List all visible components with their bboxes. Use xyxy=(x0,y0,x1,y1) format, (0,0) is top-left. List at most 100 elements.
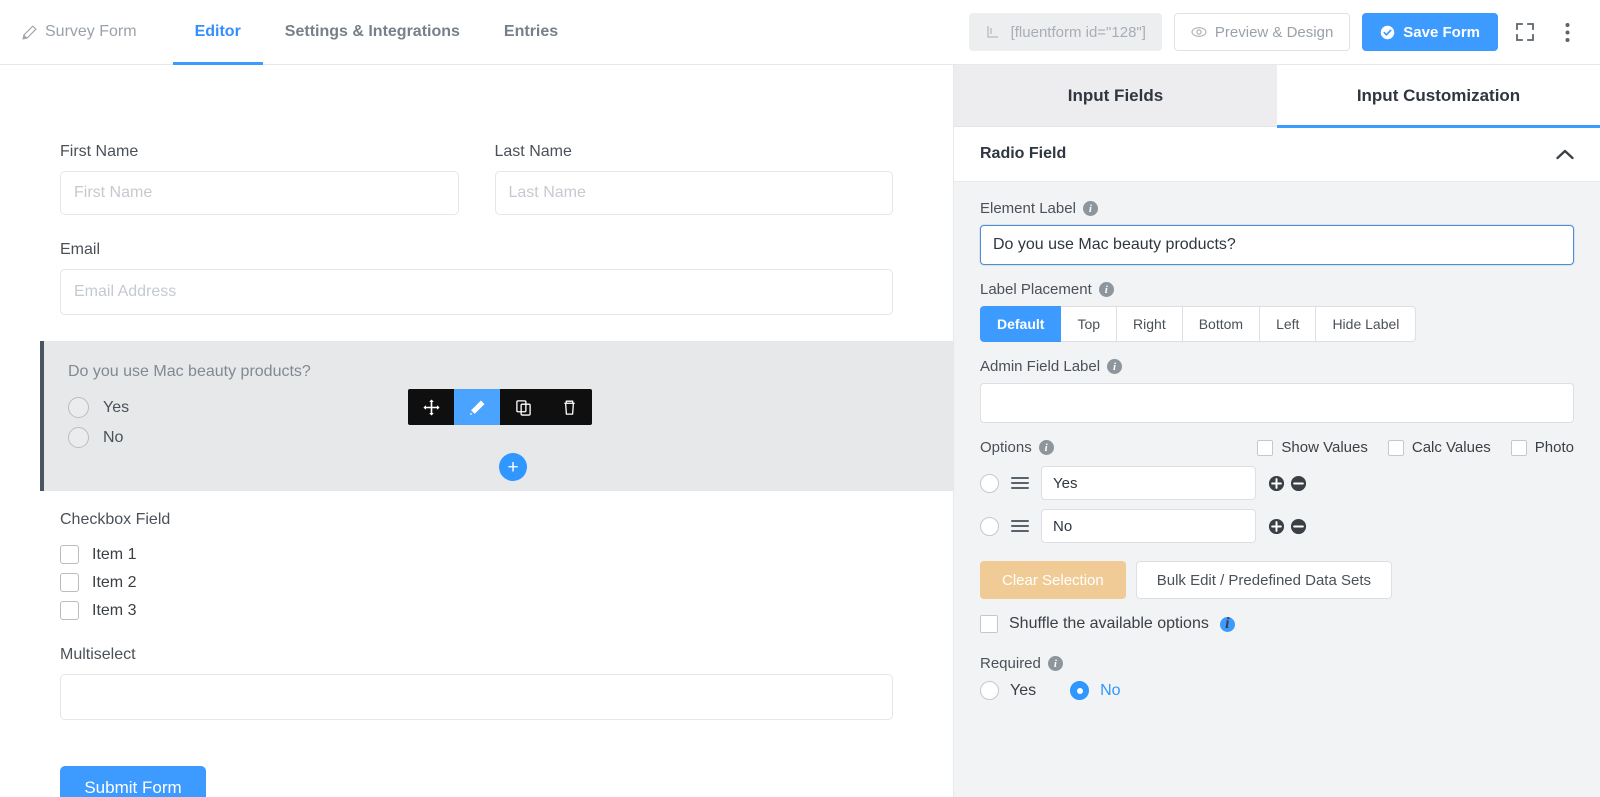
delete-field-button[interactable] xyxy=(546,389,592,425)
panel-tabs: Input Fields Input Customization xyxy=(954,65,1600,128)
options-label-text: Options xyxy=(980,439,1032,456)
checkbox-item[interactable]: Item 2 xyxy=(60,573,893,592)
option-actions xyxy=(1268,518,1307,535)
bulk-edit-button[interactable]: Bulk Edit / Predefined Data Sets xyxy=(1135,561,1393,599)
placement-hide-label[interactable]: Hide Label xyxy=(1316,306,1417,342)
checkbox-icon xyxy=(1387,439,1404,456)
tab-editor[interactable]: Editor xyxy=(172,0,264,65)
label-placement-text: Label Placement xyxy=(980,281,1092,298)
tab-input-customization-label: Input Customization xyxy=(1356,86,1521,105)
element-label-input[interactable] xyxy=(980,225,1574,265)
info-icon[interactable]: i xyxy=(1047,656,1063,671)
placement-top[interactable]: Top xyxy=(1061,306,1118,342)
remove-option-icon[interactable] xyxy=(1290,518,1307,535)
clear-selection-button[interactable]: Clear Selection xyxy=(980,561,1126,599)
shortcode-field[interactable]: [fluentform id="128"] xyxy=(968,13,1162,51)
options-toggles: Show Values Calc Values Photo xyxy=(1257,439,1574,456)
form-editor-canvas: First Name Last Name Email Do you use Ma… xyxy=(0,65,953,797)
info-icon[interactable]: i xyxy=(1038,440,1054,455)
move-icon xyxy=(422,398,440,416)
chevron-up-icon[interactable] xyxy=(1556,149,1574,160)
element-label-title: Element Label i xyxy=(980,200,1574,217)
radio-option-no[interactable]: No xyxy=(68,427,953,448)
field-first-name: First Name xyxy=(60,143,459,215)
last-name-input[interactable] xyxy=(494,171,893,215)
submit-form-button[interactable]: Submit Form xyxy=(60,766,206,797)
placement-bottom[interactable]: Bottom xyxy=(1182,306,1261,342)
shuffle-options-label: Shuffle the available options xyxy=(1009,615,1209,632)
email-input[interactable] xyxy=(60,269,893,315)
tab-input-customization[interactable]: Input Customization xyxy=(1277,65,1600,128)
add-field-button[interactable]: + xyxy=(499,453,527,481)
info-icon[interactable]: i xyxy=(1098,282,1114,297)
shuffle-options-toggle[interactable]: Shuffle the available options i xyxy=(980,615,1574,633)
option-default-radio[interactable] xyxy=(980,516,999,536)
info-icon[interactable]: i xyxy=(1082,201,1098,216)
top-toolbar: Survey Form Editor Settings & Integratio… xyxy=(0,0,1600,65)
tab-settings-integrations[interactable]: Settings & Integrations xyxy=(263,0,482,65)
show-values-label: Show Values xyxy=(1281,439,1368,456)
form-title-text: Survey Form xyxy=(45,23,137,40)
option-default-radio[interactable] xyxy=(980,473,999,493)
radio-circle-icon xyxy=(68,427,89,448)
add-option-icon[interactable] xyxy=(1268,475,1285,492)
checkbox-icon xyxy=(980,615,998,633)
checkbox-field-label: Checkbox Field xyxy=(60,511,171,528)
duplicate-field-button[interactable] xyxy=(500,389,546,425)
drag-handle-icon[interactable] xyxy=(1011,517,1029,535)
required-radio-group: Yes No xyxy=(980,681,1574,700)
save-form-label: Save Form xyxy=(1403,23,1480,41)
placement-left[interactable]: Left xyxy=(1260,306,1317,342)
preview-design-button[interactable]: Preview & Design xyxy=(1173,13,1351,51)
option-value-input[interactable] xyxy=(1041,509,1256,543)
tab-entries[interactable]: Entries xyxy=(482,0,580,65)
checkbox-item[interactable]: Item 1 xyxy=(60,545,893,564)
selected-radio-field-block[interactable]: Do you use Mac beauty products? Yes No + xyxy=(40,341,953,491)
name-row: First Name Last Name xyxy=(60,143,893,241)
drag-handle-icon[interactable] xyxy=(1011,474,1029,492)
remove-option-icon[interactable] xyxy=(1290,475,1307,492)
radio-icon xyxy=(1070,681,1090,700)
toggle-show-values[interactable]: Show Values xyxy=(1257,439,1368,456)
panel-header-title: Radio Field xyxy=(980,145,1067,162)
fullscreen-button[interactable] xyxy=(1510,17,1540,47)
more-options-button[interactable] xyxy=(1552,17,1582,47)
save-form-button[interactable]: Save Form xyxy=(1362,13,1498,51)
form-preview: First Name Last Name Email Do you use Ma… xyxy=(0,65,953,797)
option-row xyxy=(980,509,1574,543)
info-icon[interactable]: i xyxy=(1219,615,1235,632)
checkbox-item[interactable]: Item 3 xyxy=(60,601,893,620)
checkbox-item-label: Item 1 xyxy=(92,545,137,563)
radio-circle-icon xyxy=(68,397,89,418)
required-yes-label: Yes xyxy=(1010,681,1037,699)
admin-field-label-input[interactable] xyxy=(980,383,1574,423)
radio-option-no-label: No xyxy=(103,428,124,446)
checkbox-icon xyxy=(60,573,79,592)
eye-icon xyxy=(1191,27,1207,37)
info-icon[interactable]: i xyxy=(1107,359,1123,374)
toggle-calc-values[interactable]: Calc Values xyxy=(1387,439,1491,456)
multiselect-input[interactable] xyxy=(60,674,893,720)
placement-right[interactable]: Right xyxy=(1117,306,1183,342)
checkbox-icon xyxy=(1510,439,1527,456)
checkbox-item-label: Item 2 xyxy=(92,573,137,591)
first-name-input[interactable] xyxy=(60,171,459,215)
placement-default[interactable]: Default xyxy=(980,306,1062,342)
form-title[interactable]: Survey Form xyxy=(22,23,137,41)
edit-icon xyxy=(469,400,484,415)
panel-body: Element Label i Label Placement i Defaul… xyxy=(954,182,1600,700)
edit-field-button[interactable] xyxy=(454,389,500,425)
tab-input-fields[interactable]: Input Fields xyxy=(954,65,1277,127)
label-placement-group: Label Placement i Default Top Right Bott… xyxy=(980,281,1574,342)
option-value-input[interactable] xyxy=(1041,466,1256,500)
checkbox-icon xyxy=(60,601,79,620)
required-no[interactable]: No xyxy=(1070,681,1121,700)
required-yes[interactable]: Yes xyxy=(980,681,1036,700)
field-email: Email xyxy=(60,241,893,315)
required-label-text: Required xyxy=(980,655,1041,672)
toggle-photo[interactable]: Photo xyxy=(1510,439,1574,456)
panel-header[interactable]: Radio Field xyxy=(954,127,1600,182)
add-option-icon[interactable] xyxy=(1268,518,1285,535)
required-title: Required i xyxy=(980,655,1574,672)
move-field-button[interactable] xyxy=(408,389,454,425)
